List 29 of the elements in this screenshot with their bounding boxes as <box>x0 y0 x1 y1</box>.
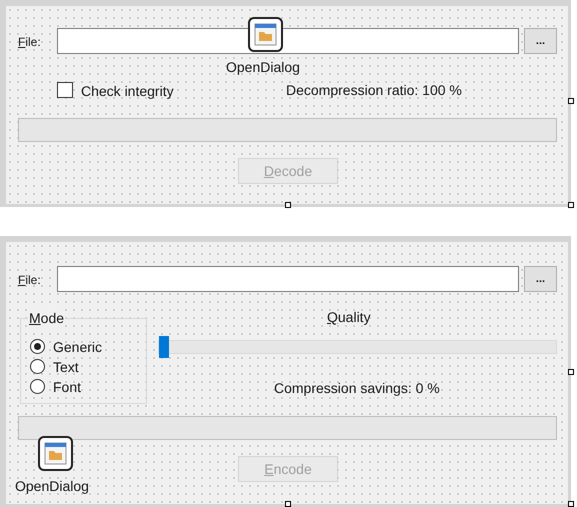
dialog-component-icon[interactable] <box>38 436 73 471</box>
group-title: Mode <box>28 309 66 327</box>
file-label: File: <box>18 272 41 289</box>
file-path-field[interactable] <box>57 266 519 292</box>
component-label: OpenDialog <box>226 58 300 77</box>
checkbox[interactable] <box>57 82 73 98</box>
savings-label: Compression savings: 0 % <box>274 379 440 398</box>
browse-button[interactable]: ... <box>524 28 557 54</box>
ratio-label: Decompression ratio: 100 % <box>286 81 462 100</box>
resize-handle[interactable] <box>285 202 291 208</box>
file-path-field[interactable] <box>57 28 519 54</box>
browse-button[interactable]: ... <box>524 266 557 292</box>
radio-label: Text <box>53 358 79 377</box>
resize-handle[interactable] <box>285 501 291 507</box>
radio-button[interactable] <box>30 379 45 394</box>
checkbox-label: Check integrity <box>81 82 174 101</box>
radio-label: Generic <box>53 338 102 357</box>
radio-button[interactable] <box>30 359 45 374</box>
dialog-component-icon[interactable] <box>248 17 283 52</box>
file-label: File: <box>18 34 41 51</box>
slider-thumb[interactable] <box>159 336 169 358</box>
component-label: OpenDialog <box>15 477 89 496</box>
resize-handle[interactable] <box>568 369 574 375</box>
resize-handle[interactable] <box>568 98 574 104</box>
quality-label: Quality <box>327 308 371 327</box>
resize-handle[interactable] <box>568 501 574 507</box>
resize-handle[interactable] <box>568 202 574 208</box>
radio-label: Font <box>53 378 82 397</box>
radio-button[interactable] <box>30 339 45 354</box>
